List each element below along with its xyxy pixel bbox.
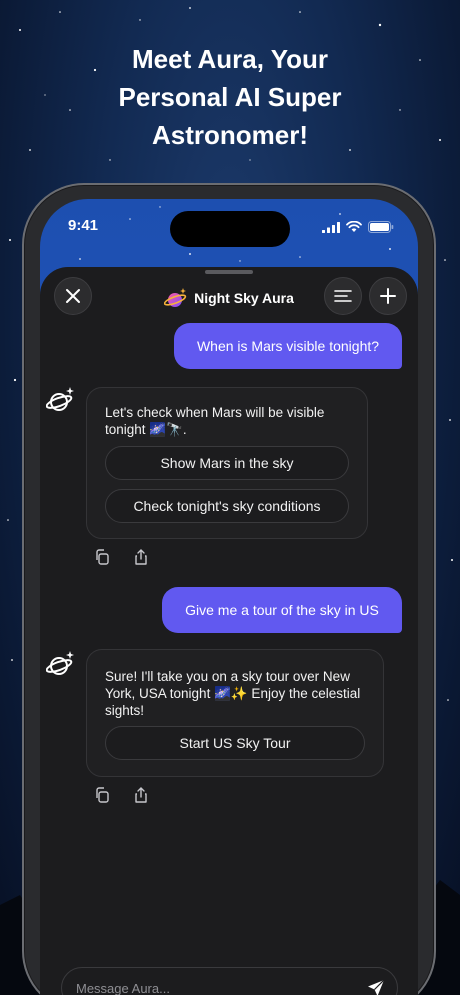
chat-history-button[interactable] — [324, 277, 362, 315]
plus-icon — [380, 288, 396, 304]
sheet-grabber[interactable] — [205, 270, 253, 274]
aura-planet-logo-icon — [164, 288, 187, 307]
menu-lines-icon — [334, 290, 352, 302]
assistant-message-text: Sure! I'll take you on a sky tour over N… — [105, 669, 361, 718]
message-composer — [61, 967, 398, 995]
assistant-message-card: Let's check when Mars will be visible to… — [86, 387, 368, 539]
status-icons — [322, 221, 394, 233]
user-message-bubble: When is Mars visible tonight? — [174, 323, 402, 369]
share-icon[interactable] — [133, 549, 149, 565]
dynamic-island — [170, 211, 290, 247]
show-mars-chip[interactable]: Show Mars in the sky — [105, 446, 349, 480]
phone-frame: 9:41 Night Sky Aura When is Mars visible… — [22, 183, 436, 995]
headline-line-2: Personal AI Super — [118, 82, 342, 112]
aura-avatar-icon — [46, 387, 74, 411]
wifi-icon — [346, 221, 362, 232]
send-icon[interactable] — [367, 979, 385, 995]
headline-line-3: Astronomer! — [151, 120, 308, 150]
user-message-text: Give me a tour of the sky in US — [185, 602, 379, 618]
headline-line-1: Meet Aura, Your — [131, 44, 328, 74]
copy-icon[interactable] — [94, 787, 110, 803]
new-chat-button[interactable] — [369, 277, 407, 315]
assistant-message-card: Sure! I'll take you on a sky tour over N… — [86, 649, 384, 777]
chat-title: Night Sky Aura — [194, 290, 294, 306]
status-bar: 9:41 — [40, 199, 418, 251]
user-message-text: When is Mars visible tonight? — [196, 338, 380, 354]
promo-headline: Meet Aura, Your Personal AI Super Astron… — [0, 40, 460, 154]
phone-screen: 9:41 Night Sky Aura When is Mars visible… — [40, 199, 418, 995]
chat-sheet: Night Sky Aura When is Mars visible toni… — [40, 267, 418, 995]
user-message-bubble: Give me a tour of the sky in US — [162, 587, 402, 633]
check-sky-conditions-chip[interactable]: Check tonight's sky conditions — [105, 489, 349, 523]
start-us-sky-tour-chip[interactable]: Start US Sky Tour — [105, 726, 365, 760]
copy-icon[interactable] — [94, 549, 110, 565]
cellular-signal-icon — [322, 221, 340, 233]
share-icon[interactable] — [133, 787, 149, 803]
message-input[interactable] — [76, 968, 356, 995]
assistant-message-text: Let's check when Mars will be visible to… — [105, 405, 325, 437]
aura-avatar-icon — [46, 651, 74, 675]
status-time: 9:41 — [68, 217, 99, 234]
battery-icon — [368, 221, 394, 233]
